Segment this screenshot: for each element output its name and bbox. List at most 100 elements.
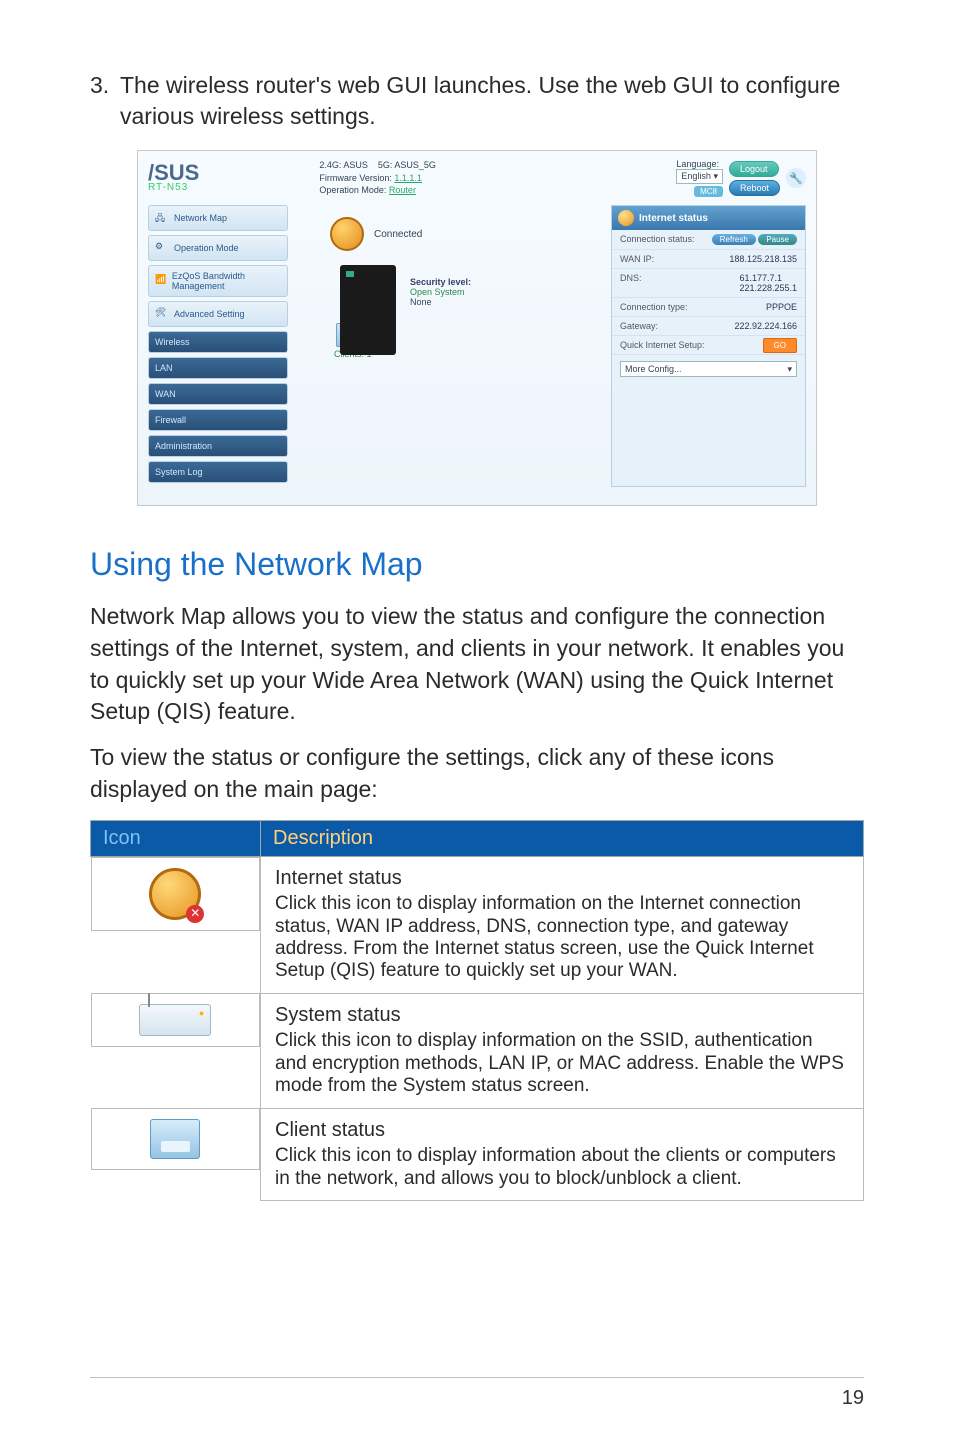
sidebar-item-firewall[interactable]: Firewall bbox=[148, 409, 288, 431]
security-none: None bbox=[410, 297, 432, 307]
router-image[interactable] bbox=[340, 265, 396, 355]
sidebar-item-wan[interactable]: WAN bbox=[148, 383, 288, 405]
desc-body: Click this icon to display information a… bbox=[275, 1145, 849, 1190]
internet-globe-row[interactable]: Connected bbox=[330, 217, 599, 251]
table-row: Internet status Click this icon to displ… bbox=[91, 856, 864, 993]
step-text: The wireless router's web GUI launches. … bbox=[120, 70, 864, 132]
brand-logo-text: /SUS bbox=[148, 163, 199, 183]
language-label: Language: bbox=[676, 159, 723, 169]
security-block: Security level: Open System None bbox=[410, 277, 599, 307]
desc-body: Click this icon to display information o… bbox=[275, 893, 849, 983]
reboot-button[interactable]: Reboot bbox=[729, 180, 780, 196]
sidebar-item-label: WAN bbox=[155, 389, 176, 399]
bandwidth-icon: 📶 bbox=[155, 274, 167, 288]
th-icon: Icon bbox=[91, 820, 261, 856]
language-select[interactable]: English ▾ bbox=[676, 169, 723, 184]
fw-label: Firmware Version: bbox=[319, 173, 392, 183]
cell-desc: Client status Click this icon to display… bbox=[261, 1108, 864, 1200]
sidebar-item-system-log[interactable]: System Log bbox=[148, 461, 288, 483]
globe-small-icon bbox=[618, 210, 634, 226]
step-number: 3. bbox=[90, 70, 120, 132]
center-pane: Connected Security level: Open System No… bbox=[296, 205, 603, 487]
sidebar-item-lan[interactable]: LAN bbox=[148, 357, 288, 379]
sidebar-item-ezqos[interactable]: 📶EzQoS Bandwidth Management bbox=[148, 265, 288, 297]
internet-status-icon bbox=[149, 868, 201, 920]
th-description: Description bbox=[261, 820, 864, 856]
router-gui-screenshot: /SUS RT-N53 2.4G: ASUS 5G: ASUS_5G Firmw… bbox=[137, 150, 817, 506]
gui-header-info: 2.4G: ASUS 5G: ASUS_5G Firmware Version:… bbox=[319, 159, 436, 197]
cell-desc: Internet status Click this icon to displ… bbox=[261, 856, 864, 993]
row-value: PPPOE bbox=[766, 302, 797, 312]
row-gateway: Gateway: 222.92.224.166 bbox=[612, 317, 805, 336]
globe-icon bbox=[330, 217, 364, 251]
language-block: Language: English ▾ MC8 bbox=[676, 159, 723, 197]
paragraph-2: To view the status or configure the sett… bbox=[90, 742, 864, 805]
row-key: Quick Internet Setup: bbox=[620, 340, 705, 350]
gui-header: /SUS RT-N53 2.4G: ASUS 5G: ASUS_5G Firmw… bbox=[138, 151, 816, 199]
sidebar-item-label: Network Map bbox=[174, 213, 227, 223]
row-key: WAN IP: bbox=[620, 254, 654, 264]
cell-desc: System status Click this icon to display… bbox=[261, 993, 864, 1108]
sidebar-item-label: Operation Mode bbox=[174, 243, 239, 253]
security-level-label: Security level: bbox=[410, 277, 471, 287]
opmode-link[interactable]: Router bbox=[389, 185, 416, 195]
sidebar-item-administration[interactable]: Administration bbox=[148, 435, 288, 457]
row-key: Gateway: bbox=[620, 321, 658, 331]
logout-button[interactable]: Logout bbox=[729, 161, 779, 177]
qis-go-button[interactable]: GO bbox=[763, 338, 797, 353]
ssid-5: 5G: ASUS_5G bbox=[378, 160, 436, 170]
row-key: DNS: bbox=[620, 273, 642, 293]
row-value: 188.125.218.135 bbox=[729, 254, 797, 264]
language-value: English bbox=[681, 171, 711, 181]
row-key: Connection type: bbox=[620, 302, 688, 312]
cell-icon-client bbox=[91, 1108, 261, 1170]
advanced-icon: 🛠 bbox=[155, 307, 169, 321]
sidebar-item-label: Wireless bbox=[155, 337, 190, 347]
panel-header: Internet status bbox=[612, 206, 805, 230]
desc-title: Internet status bbox=[275, 867, 849, 891]
sidebar-item-network-map[interactable]: 🖧 Network Map bbox=[148, 205, 288, 231]
sidebar-item-advanced[interactable]: 🛠 Advanced Setting bbox=[148, 301, 288, 327]
ssid-24: 2.4G: ASUS bbox=[319, 160, 368, 170]
more-config-label: More Config... bbox=[625, 364, 682, 374]
sidebar-item-label: Firewall bbox=[155, 415, 186, 425]
refresh-button[interactable]: Refresh bbox=[712, 234, 756, 245]
brand-block: /SUS RT-N53 bbox=[148, 163, 199, 194]
row-key: Connection status: bbox=[620, 234, 695, 245]
gui-header-right: Language: English ▾ MC8 Logout Reboot 🔧 bbox=[676, 159, 806, 197]
network-map-icon: 🖧 bbox=[155, 211, 169, 225]
settings-wrench-icon[interactable]: 🔧 bbox=[786, 168, 806, 188]
footer-rule bbox=[90, 1377, 864, 1378]
operation-mode-icon: ⚙ bbox=[155, 241, 169, 255]
sidebar: 🖧 Network Map ⚙ Operation Mode 📶EzQoS Band… bbox=[148, 205, 288, 487]
table-row: System status Click this icon to display… bbox=[91, 993, 864, 1108]
desc-title: System status bbox=[275, 1004, 849, 1028]
pause-button[interactable]: Pause bbox=[758, 234, 797, 245]
row-qis: Quick Internet Setup: GO bbox=[612, 336, 805, 355]
row-dns: DNS: 61.177.7.1 221.228.255.1 bbox=[612, 269, 805, 298]
cell-icon-internet bbox=[91, 857, 261, 931]
desc-body: Click this icon to display information o… bbox=[275, 1030, 849, 1097]
sidebar-item-label: Administration bbox=[155, 441, 212, 451]
row-connection-status: Connection status: Refresh Pause bbox=[612, 230, 805, 250]
paragraph-1: Network Map allows you to view the statu… bbox=[90, 601, 864, 728]
table-row: Client status Click this icon to display… bbox=[91, 1108, 864, 1200]
sidebar-item-label: System Log bbox=[155, 467, 203, 477]
sidebar-item-operation-mode[interactable]: ⚙ Operation Mode bbox=[148, 235, 288, 261]
connected-label: Connected bbox=[374, 229, 422, 240]
sidebar-item-label: Advanced Setting bbox=[174, 309, 245, 319]
more-config-select[interactable]: More Config... ▾ bbox=[620, 361, 797, 377]
row-wan-ip: WAN IP: 188.125.218.135 bbox=[612, 250, 805, 269]
fw-version-link[interactable]: 1.1.1.1 bbox=[394, 173, 422, 183]
mc-badge: MC8 bbox=[694, 186, 723, 197]
cell-icon-system bbox=[91, 993, 261, 1047]
row-value: 61.177.7.1 221.228.255.1 bbox=[739, 273, 797, 293]
dns-1: 61.177.7.1 bbox=[739, 273, 797, 283]
icon-description-table: Icon Description Internet status Click t… bbox=[90, 820, 864, 1201]
instruction-step: 3. The wireless router's web GUI launche… bbox=[90, 70, 864, 132]
sidebar-item-wireless[interactable]: Wireless bbox=[148, 331, 288, 353]
gui-body: 🖧 Network Map ⚙ Operation Mode 📶EzQoS Band… bbox=[138, 199, 816, 505]
panel-title: Internet status bbox=[639, 213, 708, 224]
section-heading: Using the Network Map bbox=[90, 546, 864, 583]
row-connection-type: Connection type: PPPOE bbox=[612, 298, 805, 317]
